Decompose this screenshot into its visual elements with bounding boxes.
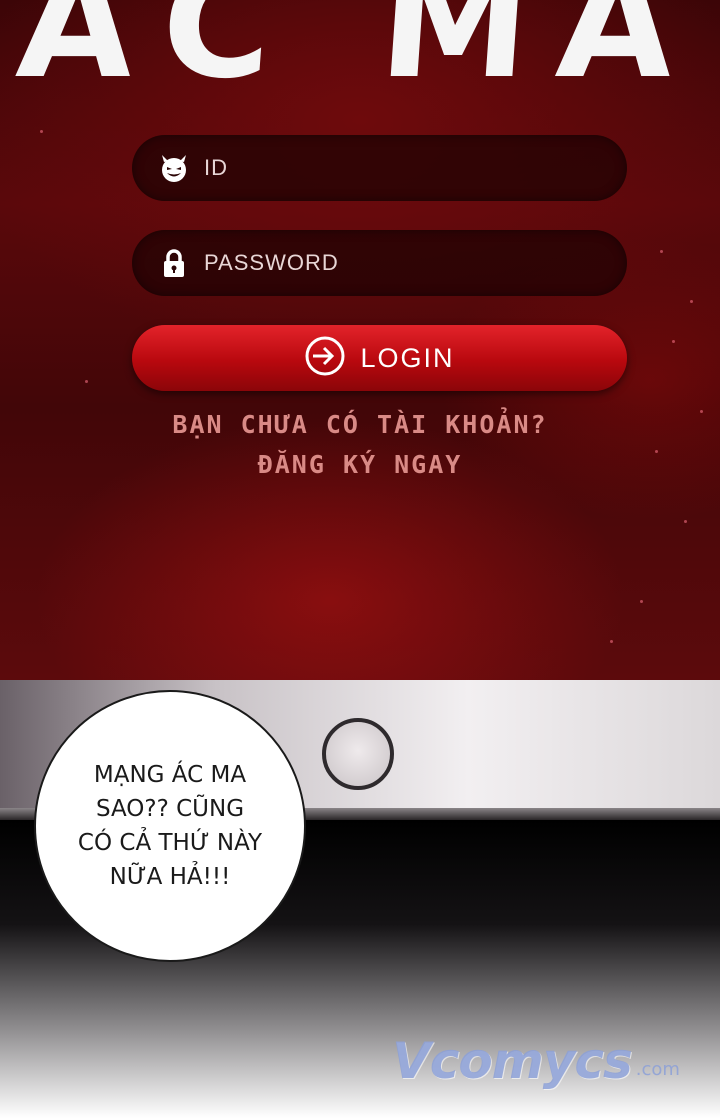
login-arrow-icon — [304, 335, 346, 382]
speech-line: SAO?? CŨNG — [95, 796, 245, 822]
id-placeholder: ID — [204, 155, 228, 180]
ember-particle — [700, 410, 703, 413]
login-label: LOGIN — [360, 342, 455, 373]
phone-screen: ÁC MA ID PASSWORD LOGIN BẠN CHƯA CÓ TÀI … — [0, 0, 720, 680]
watermark-text: Vcomycs — [392, 1032, 633, 1090]
speech-line: NỮA HẢ!!! — [109, 864, 231, 890]
ember-particle — [660, 250, 663, 253]
id-field[interactable]: ID — [132, 135, 627, 201]
signup-question: BẠN CHƯA CÓ TÀI KHOẢN? — [172, 410, 548, 439]
signup-link[interactable]: ĐĂNG KÝ NGAY — [0, 450, 720, 479]
password-field[interactable]: PASSWORD — [132, 230, 627, 296]
speech-bubble: MẠNG ÁC MA SAO?? CŨNG CÓ CẢ THỨ NÀY NỮA … — [34, 690, 306, 962]
devil-face-icon — [158, 152, 190, 184]
ember-particle — [672, 340, 675, 343]
home-button[interactable] — [322, 718, 394, 790]
ember-particle — [610, 640, 613, 643]
ember-particle — [640, 600, 643, 603]
login-button[interactable]: LOGIN — [132, 325, 627, 391]
speech-line: CÓ CẢ THỨ NÀY — [77, 830, 263, 856]
watermark: Vcomycs .com — [392, 1030, 692, 1090]
ember-particle — [690, 300, 693, 303]
password-placeholder: PASSWORD — [204, 250, 339, 275]
watermark-domain: .com — [635, 1059, 680, 1080]
lock-icon — [158, 247, 190, 279]
ember-particle — [40, 130, 43, 133]
ember-particle — [684, 520, 687, 523]
app-title: ÁC MA — [12, 0, 708, 90]
speech-line: MẠNG ÁC MA — [93, 762, 247, 788]
ember-particle — [85, 380, 88, 383]
ember-particle — [655, 450, 658, 453]
